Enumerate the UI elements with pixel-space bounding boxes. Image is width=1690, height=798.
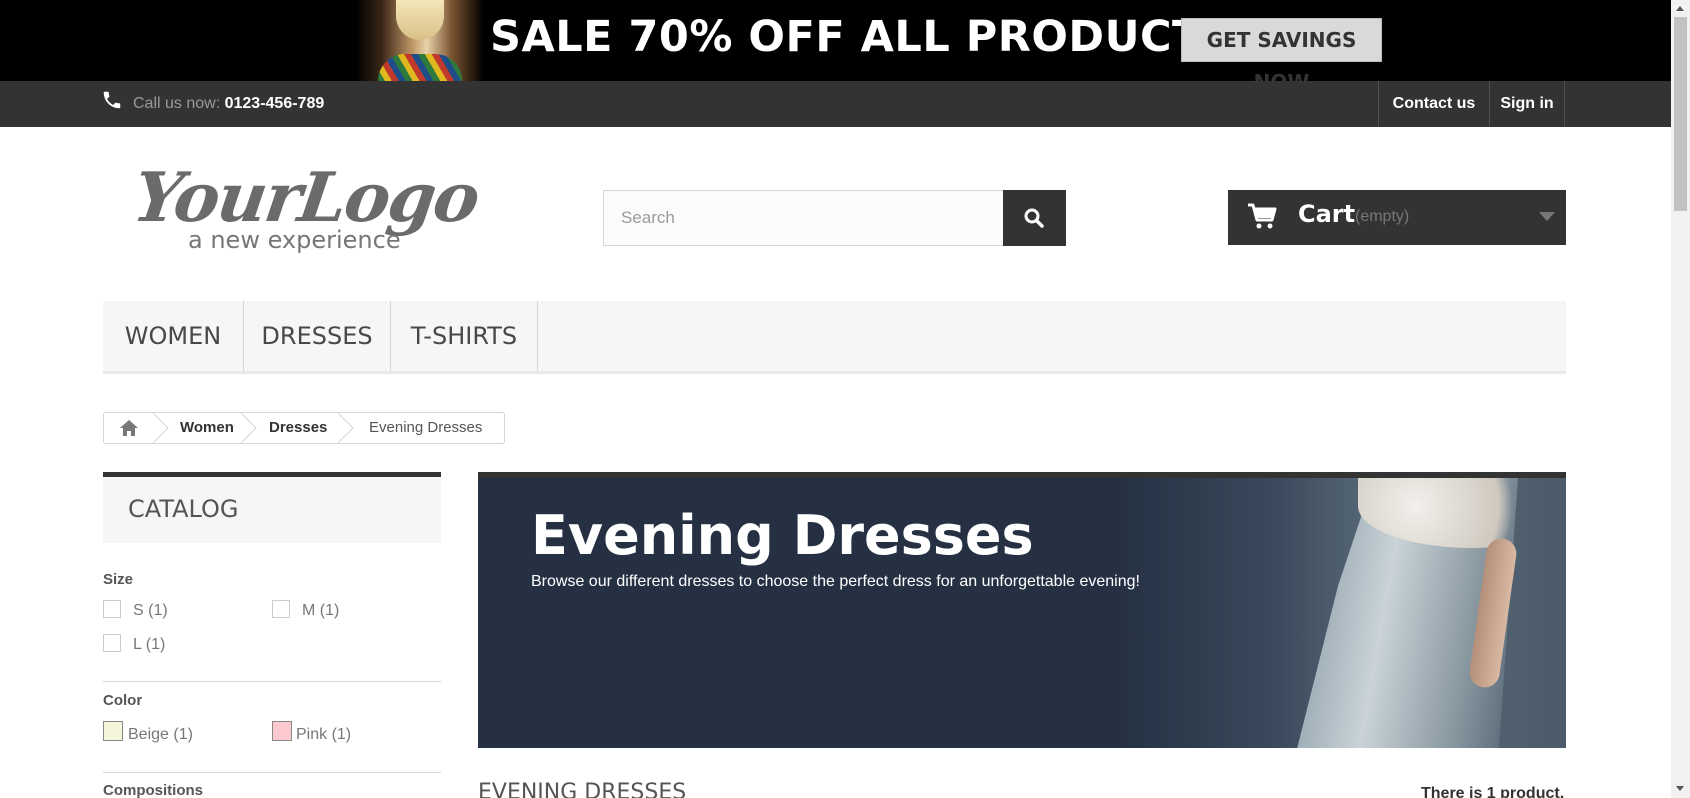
- filter-divider: [103, 772, 441, 773]
- breadcrumb-separator: [153, 413, 169, 443]
- main-menu: WOMEN DRESSES T-SHIRTS: [103, 301, 1566, 374]
- filter-title-color: Color: [103, 692, 143, 709]
- product-count: There is 1 product.: [1421, 785, 1565, 798]
- catalog-header: CATALOG: [103, 472, 441, 543]
- sign-in-link[interactable]: Sign in: [1489, 81, 1565, 127]
- phone-text: Call us now: 0123-456-789: [133, 95, 324, 113]
- breadcrumb-separator: [241, 413, 257, 443]
- banner-model-image: [356, 0, 484, 81]
- scroll-down-icon[interactable]: [1676, 786, 1684, 791]
- site-logo[interactable]: YourLogo a new experience: [128, 158, 486, 258]
- menu-item-dresses[interactable]: DRESSES: [244, 301, 391, 371]
- breadcrumb-home[interactable]: [104, 413, 154, 443]
- breadcrumb-separator: [338, 413, 354, 443]
- breadcrumb-dresses[interactable]: Dresses: [269, 413, 327, 443]
- cart-status: (empty): [1355, 208, 1410, 225]
- model-hair: [396, 0, 444, 40]
- top-nav-bar: Call us now: 0123-456-789 Contact us Sig…: [0, 81, 1671, 127]
- menu-item-women[interactable]: WOMEN: [103, 301, 244, 371]
- get-savings-button[interactable]: GET SAVINGS NOW: [1181, 18, 1382, 81]
- size-l-checkbox[interactable]: [103, 634, 121, 652]
- model-dress: [378, 54, 462, 81]
- cart-button[interactable]: Cart (empty): [1228, 190, 1566, 245]
- filter-title-size: Size: [103, 571, 134, 588]
- phone-number[interactable]: 0123-456-789: [225, 95, 325, 112]
- color-pink-label[interactable]: Pink (1): [296, 726, 351, 744]
- cart-label: Cart: [1298, 200, 1356, 228]
- color-pink-swatch[interactable]: [272, 721, 292, 741]
- size-m-label[interactable]: M (1): [302, 602, 339, 620]
- catalog-title: CATALOG: [128, 495, 239, 523]
- cart-icon: [1248, 203, 1277, 229]
- page-scrollbar[interactable]: [1671, 0, 1690, 798]
- promo-text: SALE 70% OFF ALL PRODUCTS: [490, 12, 1234, 62]
- category-heading: EVENING DRESSES: [478, 780, 687, 798]
- page: SALE 70% OFF ALL PRODUCTS GET SAVINGS NO…: [0, 0, 1671, 798]
- filter-title-compositions: Compositions: [103, 782, 203, 798]
- chevron-down-icon[interactable]: [1539, 212, 1555, 221]
- promo-banner[interactable]: SALE 70% OFF ALL PRODUCTS GET SAVINGS NO…: [0, 0, 1671, 81]
- category-description: Browse our different dresses to choose t…: [531, 573, 1140, 590]
- menu-item-tshirts[interactable]: T-SHIRTS: [391, 301, 538, 371]
- size-s-label[interactable]: S (1): [133, 602, 168, 620]
- color-beige-label[interactable]: Beige (1): [128, 726, 193, 744]
- search-icon: [1024, 208, 1044, 228]
- scroll-thumb[interactable]: [1674, 17, 1687, 211]
- logo-tagline: a new experience: [188, 226, 401, 254]
- phone-icon: [103, 91, 121, 109]
- category-banner: Evening Dresses Browse our different dre…: [478, 472, 1566, 748]
- search-button[interactable]: [1003, 190, 1066, 246]
- size-m-checkbox[interactable]: [272, 600, 290, 618]
- search-input[interactable]: Search: [603, 190, 1004, 246]
- category-title: Evening Dresses: [531, 504, 1034, 567]
- contact-us-link[interactable]: Contact us: [1378, 81, 1489, 127]
- home-icon: [120, 420, 138, 436]
- filter-divider: [103, 681, 441, 682]
- breadcrumb-women[interactable]: Women: [180, 413, 234, 443]
- breadcrumb-current: Evening Dresses: [369, 419, 483, 436]
- color-beige-swatch[interactable]: [103, 721, 123, 741]
- size-l-label[interactable]: L (1): [133, 636, 165, 654]
- scroll-up-icon[interactable]: [1676, 6, 1684, 11]
- breadcrumb: Women Dresses Evening Dresses: [103, 412, 505, 444]
- phone-label: Call us now:: [133, 95, 225, 112]
- size-s-checkbox[interactable]: [103, 600, 121, 618]
